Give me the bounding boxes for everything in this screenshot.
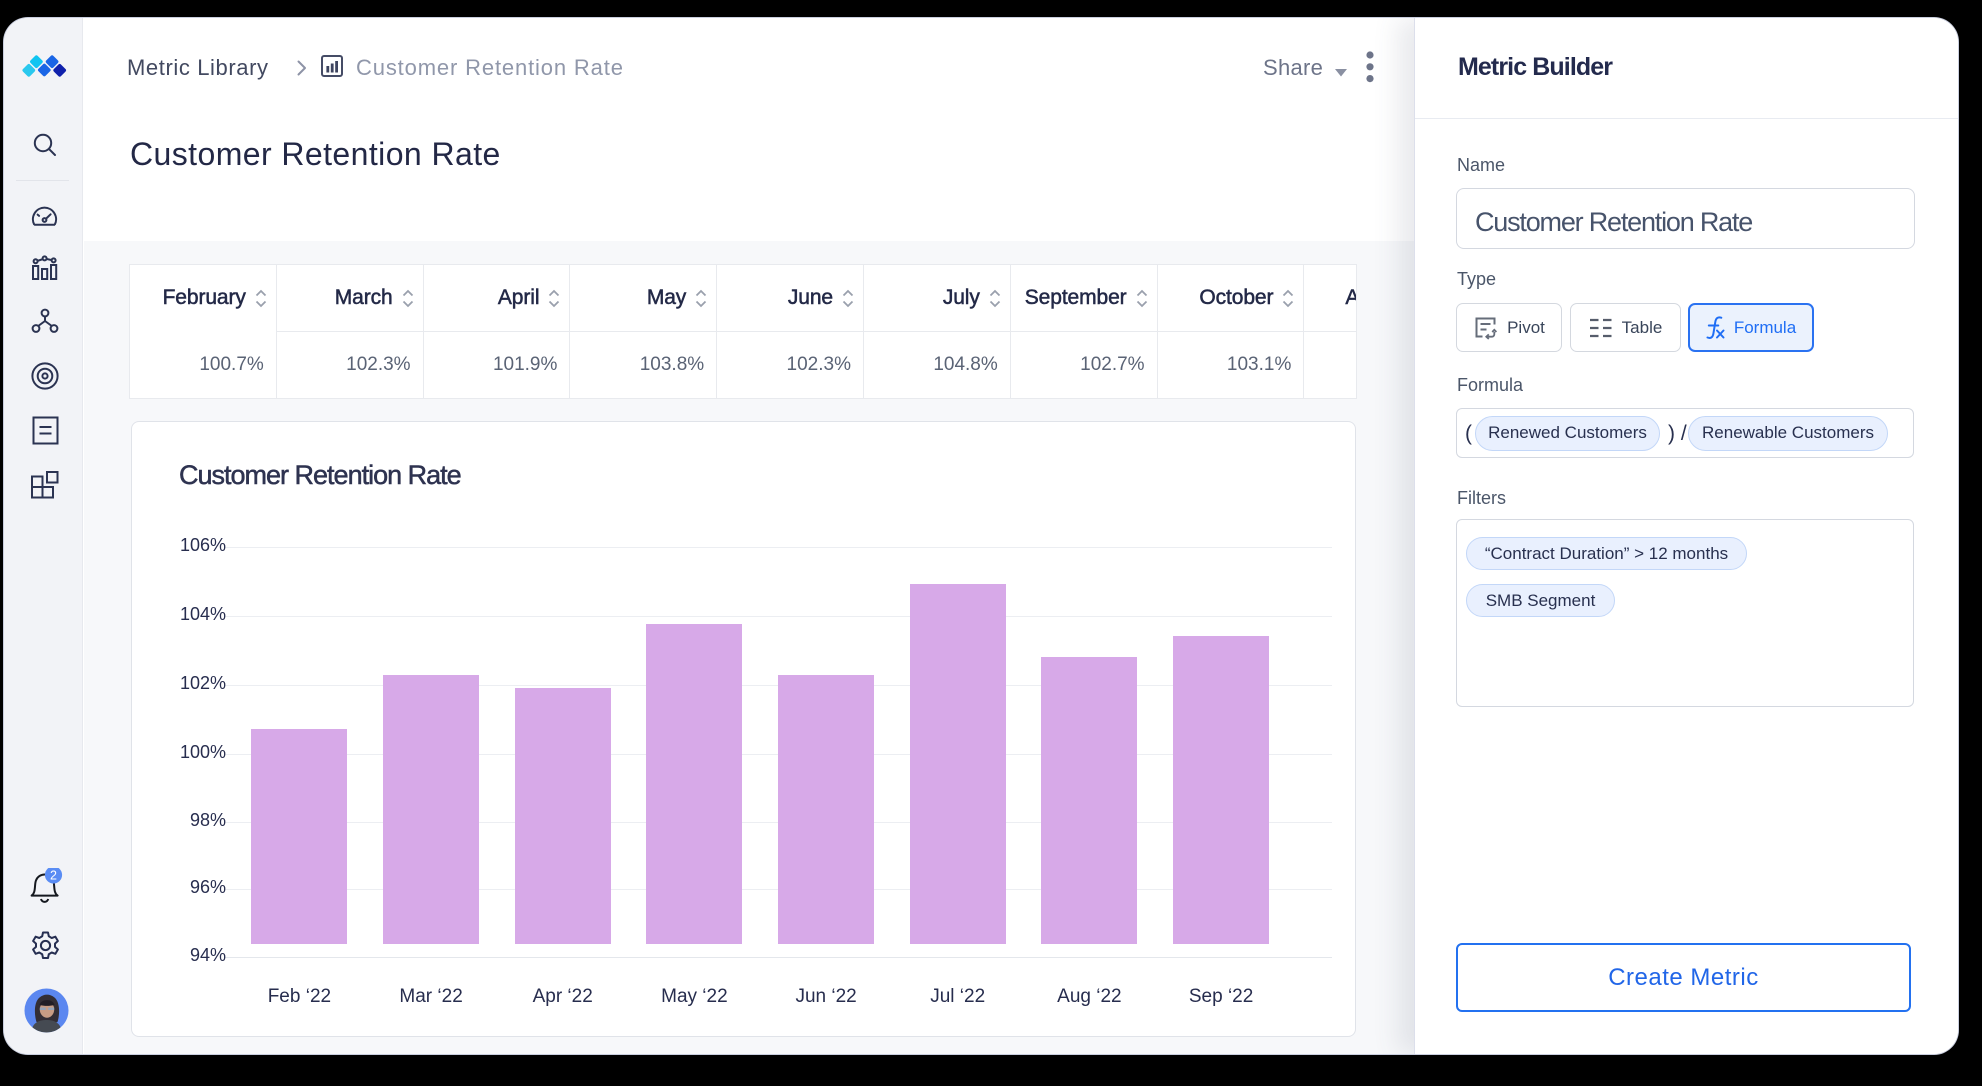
svg-text:2: 2 bbox=[50, 868, 57, 882]
